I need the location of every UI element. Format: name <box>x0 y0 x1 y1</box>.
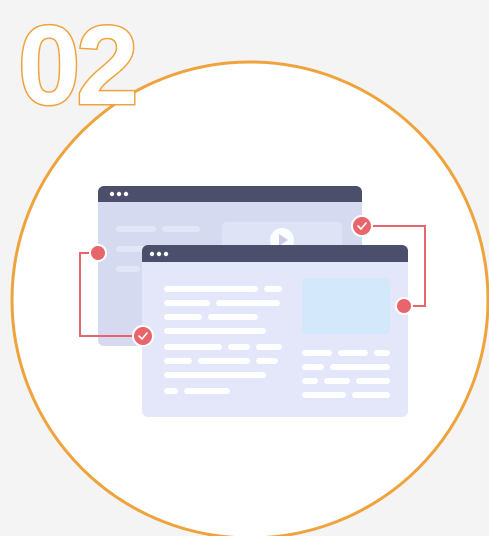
three-dots-icon <box>109 191 129 197</box>
step-number: 02 <box>18 3 135 128</box>
check-icon <box>351 215 373 237</box>
text-line <box>116 266 140 272</box>
image-placeholder <box>302 278 390 334</box>
connector-dot <box>395 297 413 315</box>
connector-dot <box>89 244 107 262</box>
text-line <box>116 226 156 232</box>
step-illustration: 02 <box>10 2 489 536</box>
three-dots-icon <box>149 251 169 257</box>
text-line <box>162 226 200 232</box>
check-icon <box>132 325 154 347</box>
front-window-titlebar <box>142 245 408 262</box>
front-window <box>142 245 408 417</box>
back-window-titlebar <box>98 186 362 202</box>
text-line <box>116 246 146 252</box>
illustration-stage: 02 <box>0 0 489 536</box>
